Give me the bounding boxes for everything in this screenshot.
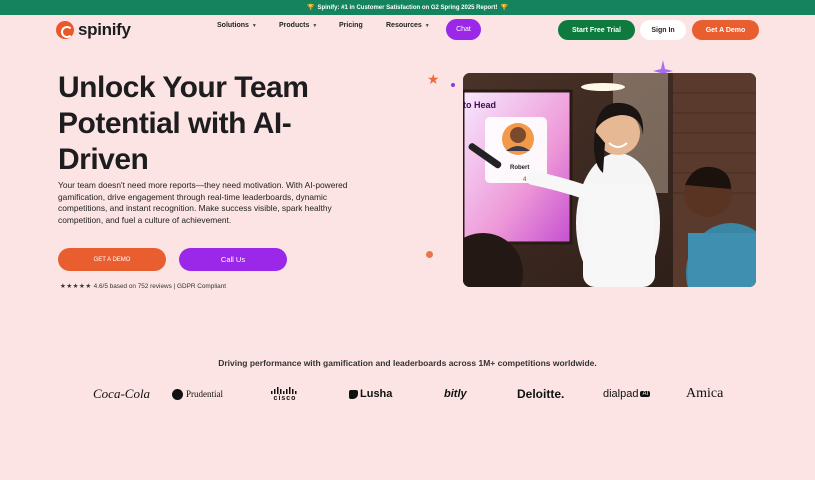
nav-products-label: Products	[279, 22, 310, 29]
deloitte-logo: Deloitte.	[517, 387, 565, 401]
get-a-demo-button[interactable]: Get A Demo	[692, 20, 759, 40]
cisco-wordmark: cisco	[273, 394, 297, 402]
prudential-logo: Prudential	[172, 384, 223, 404]
dot-decoration	[426, 251, 433, 258]
client-logos: Coca-Cola Prudential cisco Lusha bitly D…	[0, 384, 815, 404]
screen-person-name: Robert	[510, 165, 529, 171]
dialpad-logo: dialpad AI	[603, 384, 651, 404]
chat-button[interactable]: Chat	[446, 19, 481, 40]
rating-text: 4.6/5 based on 752 reviews | GDPR Compli…	[93, 282, 227, 290]
sign-in-button[interactable]: Sign In	[640, 20, 686, 40]
lusha-mark-icon	[349, 389, 358, 399]
coca-cola-logo: Coca-Cola	[93, 386, 151, 401]
spinify-logo-icon	[56, 21, 74, 39]
nav-resources-label: Resources	[386, 22, 422, 29]
team-meeting-illustration: to Head Robert 49	[463, 73, 756, 287]
amica-logo: Amica	[686, 386, 724, 401]
cisco-bars-icon	[271, 386, 297, 394]
dialpad-wordmark: dialpad	[603, 388, 639, 400]
star-rating-icons: ★★★★★	[60, 283, 92, 290]
logo-wordmark: spinify	[78, 20, 131, 39]
banner-text: Spinify: #1 in Customer Satisfaction on …	[317, 4, 498, 11]
hero-title: Unlock Your Team Potential with AI-Drive…	[58, 71, 309, 176]
trophy-icon: 🏆	[306, 5, 315, 11]
nav-products[interactable]: Products ▼	[279, 22, 317, 29]
call-us-button[interactable]: Call Us	[179, 248, 287, 271]
cisco-logo: cisco	[271, 384, 299, 404]
start-free-trial-button[interactable]: Start Free Trial	[558, 20, 635, 40]
nav-resources[interactable]: Resources ▼	[386, 22, 430, 29]
spinify-logo[interactable]: spinify	[56, 20, 131, 40]
hero-description: Your team doesn't need more reports—they…	[58, 180, 348, 225]
lusha-logo: Lusha	[349, 384, 392, 404]
chevron-down-icon: ▼	[251, 22, 257, 29]
trust-statement: Driving performance with gamification an…	[218, 358, 597, 368]
chevron-down-icon: ▼	[312, 22, 318, 29]
nav-pricing[interactable]: Pricing	[339, 22, 363, 29]
nav-solutions[interactable]: Solutions ▼	[217, 22, 257, 29]
trophy-icon: 🏆	[500, 5, 508, 11]
lusha-wordmark: Lusha	[360, 388, 393, 400]
dialpad-ai-badge: AI	[640, 391, 651, 397]
nav-solutions-label: Solutions	[217, 22, 249, 29]
screen-heading: to Head	[463, 100, 496, 110]
hero-photo: to Head Robert 49	[463, 73, 756, 287]
announcement-banner[interactable]: 🏆 Spinify: #1 in Customer Satisfaction o…	[0, 0, 815, 15]
prudential-rock-icon	[172, 388, 183, 400]
bitly-logo: bitly	[444, 388, 467, 400]
rating-summary: ★★★★★ 4.6/5 based on 752 reviews | GDPR …	[60, 282, 227, 291]
nav-pricing-label: Pricing	[339, 22, 363, 29]
prudential-wordmark: Prudential	[186, 389, 223, 399]
chevron-down-icon: ▼	[424, 22, 430, 29]
hero-get-demo-button[interactable]: GET A DEMO	[58, 248, 166, 271]
dot-decoration	[451, 83, 455, 87]
star-decoration-icon: ★	[427, 71, 440, 87]
